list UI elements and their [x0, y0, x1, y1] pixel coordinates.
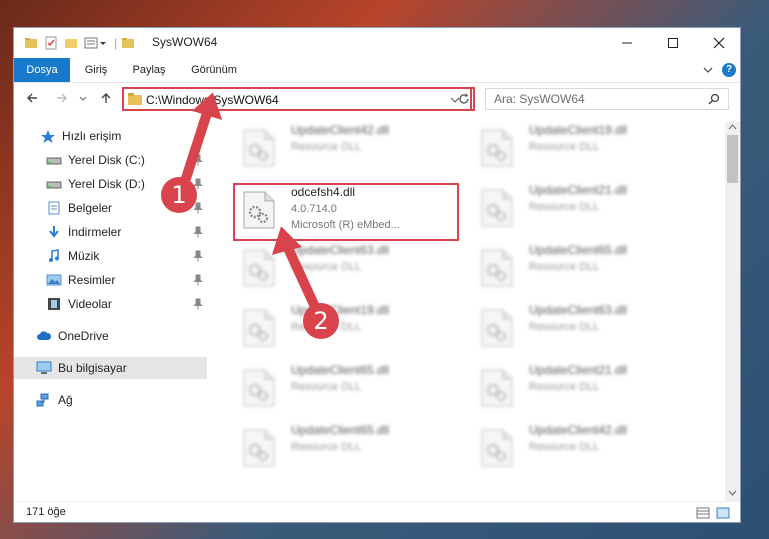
annotation-arrows — [175, 92, 327, 327]
callout-1: 1 — [161, 177, 197, 213]
callout-2: 2 — [303, 303, 339, 339]
